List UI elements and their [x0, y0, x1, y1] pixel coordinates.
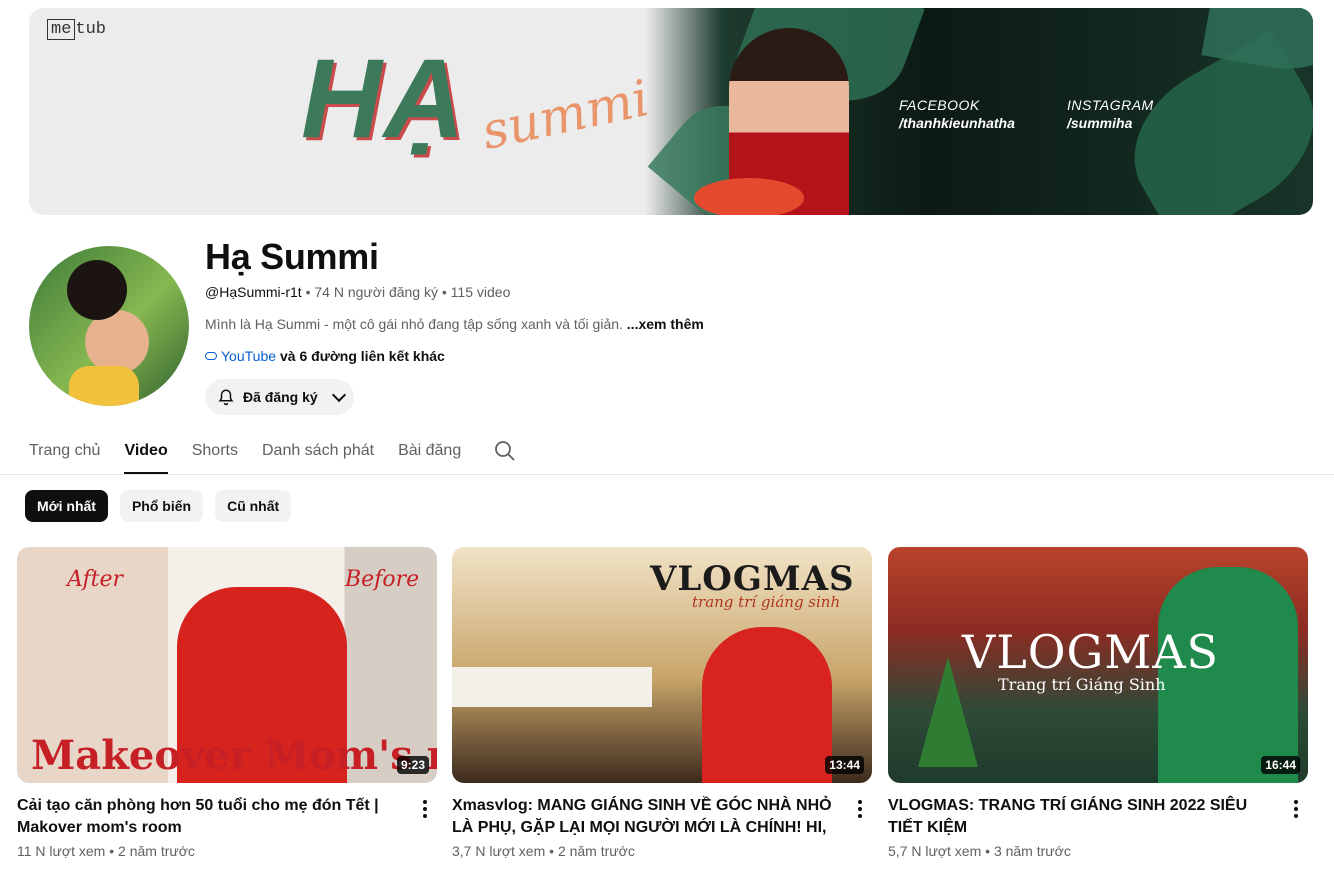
tab-home[interactable]: Trang chủ: [29, 426, 100, 474]
chip-newest[interactable]: Mới nhất: [25, 490, 108, 522]
channel-banner: me tub HẠ summi FACEBOOK /thanhkieunhatha…: [29, 8, 1313, 215]
video-card[interactable]: VLOGMAS Trang trí Giáng Sinh 16:44 VLOGM…: [888, 547, 1308, 859]
avatar-dress: [69, 366, 139, 406]
subscribed-button[interactable]: Đã đăng ký: [205, 379, 354, 415]
thumb-overlay-text: VLOGMAS: [962, 625, 1220, 679]
youtube-link[interactable]: YouTube: [221, 348, 276, 364]
bell-icon: [218, 389, 234, 406]
search-icon[interactable]: [493, 439, 517, 463]
sort-chips: Mới nhất Phổ biến Cũ nhất: [25, 490, 292, 522]
channel-description[interactable]: Mình là Hạ Summi - một cô gái nhỏ đang t…: [205, 316, 704, 332]
video-meta: 3,7 N lượt xem • 2 năm trước: [452, 843, 635, 859]
channel-name: Hạ Summi: [205, 236, 379, 277]
banner-title: HẠ: [301, 36, 467, 161]
more-options-icon[interactable]: [1284, 797, 1308, 821]
video-age: 2 năm trước: [118, 843, 195, 859]
video-views: 11 N lượt xem: [17, 843, 106, 859]
chip-popular[interactable]: Phổ biến: [119, 490, 204, 522]
metub-logo: me tub: [47, 19, 106, 40]
tabs-divider: [0, 474, 1334, 475]
thumb-before-text: Before: [345, 567, 420, 592]
video-title[interactable]: Xmasvlog: MANG GIÁNG SINH VỀ GÓC NHÀ NHỎ…: [452, 795, 840, 839]
video-card[interactable]: After Before Makeover Mom's room 9:23 Cả…: [17, 547, 437, 859]
video-thumbnail[interactable]: VLOGMAS trang trí giáng sinh 13:44: [452, 547, 872, 783]
channel-links[interactable]: YouTube và 6 đường liên kết khác: [205, 348, 445, 364]
video-duration: 9:23: [396, 756, 429, 774]
banner-fruit-image: [694, 178, 804, 215]
video-meta: 5,7 N lượt xem • 3 năm trước: [888, 843, 1071, 859]
thumb-overlay-text: Makeover Mom's room: [31, 732, 437, 779]
more-button[interactable]: ...xem thêm: [627, 316, 704, 332]
video-title[interactable]: Cải tạo căn phòng hơn 50 tuổi cho mẹ đón…: [17, 795, 405, 839]
avatar-hair: [67, 260, 127, 320]
tab-videos[interactable]: Video: [124, 426, 169, 474]
facebook-link[interactable]: FACEBOOK /thanhkieunhatha: [899, 96, 1015, 132]
link-icon: [205, 352, 217, 360]
video-thumbnail[interactable]: VLOGMAS Trang trí Giáng Sinh 16:44: [888, 547, 1308, 783]
more-options-icon[interactable]: [413, 797, 437, 821]
video-duration: 16:44: [1261, 756, 1300, 774]
channel-meta: @HạSummi-r1t • 74 N người đăng ký • 115 …: [205, 284, 511, 300]
channel-handle: @HạSummi-r1t: [205, 284, 302, 300]
more-options-icon[interactable]: [848, 797, 872, 821]
video-card[interactable]: VLOGMAS trang trí giáng sinh 13:44 Xmasv…: [452, 547, 872, 859]
subscribed-label: Đã đăng ký: [243, 389, 318, 405]
tab-shorts[interactable]: Shorts: [192, 426, 238, 474]
video-age: 2 năm trước: [557, 843, 635, 859]
instagram-link[interactable]: INSTAGRAM /summiha: [1067, 96, 1154, 132]
banner-script: summi: [476, 69, 654, 161]
video-title[interactable]: VLOGMAS: TRANG TRÍ GIÁNG SINH 2022 SIÊU …: [888, 795, 1276, 839]
chip-oldest[interactable]: Cũ nhất: [215, 490, 292, 522]
tab-playlists[interactable]: Danh sách phát: [262, 426, 374, 474]
video-meta: 11 N lượt xem • 2 năm trước: [17, 843, 195, 859]
video-thumbnail[interactable]: After Before Makeover Mom's room 9:23: [17, 547, 437, 783]
thumb-after-text: After: [67, 567, 124, 592]
more-links-label[interactable]: và 6 đường liên kết khác: [280, 348, 445, 364]
video-views: 5,7 N lượt xem: [888, 843, 982, 859]
subscriber-count: 74 N người đăng ký: [314, 284, 438, 300]
channel-tabs: Trang chủ Video Shorts Danh sách phát Bà…: [29, 426, 517, 474]
description-text: Mình là Hạ Summi - một cô gái nhỏ đang t…: [205, 316, 623, 332]
channel-avatar[interactable]: [29, 246, 189, 406]
video-duration: 13:44: [825, 756, 864, 774]
chevron-down-icon: [331, 387, 346, 403]
thumb-figure: [702, 627, 832, 783]
video-views: 3,7 N lượt xem: [452, 843, 546, 859]
video-age: 3 năm trước: [993, 843, 1071, 859]
thumb-piano: [452, 667, 652, 707]
tab-posts[interactable]: Bài đăng: [398, 426, 461, 474]
thumb-subtitle: Trang trí Giáng Sinh: [998, 675, 1166, 694]
thumb-subtitle: trang trí giáng sinh: [692, 593, 841, 611]
video-count: 115 video: [450, 284, 511, 300]
